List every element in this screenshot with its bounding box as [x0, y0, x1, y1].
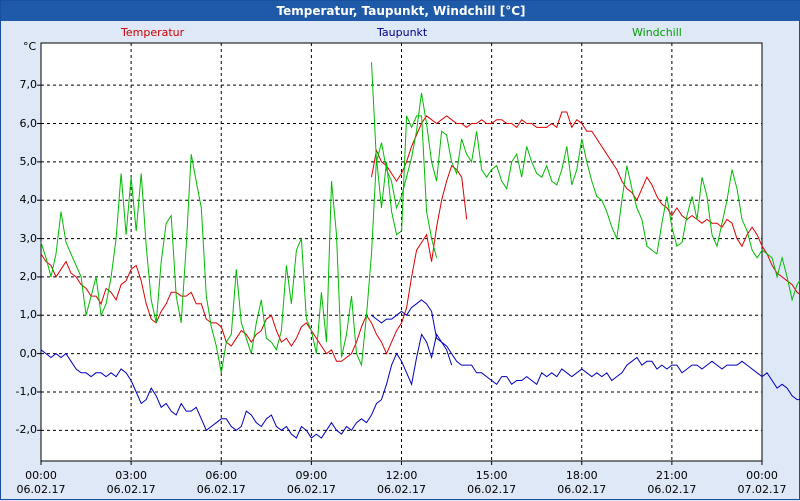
x-tick-date: 06.02.17 [547, 483, 617, 497]
y-tick-label: 3,0 [3, 232, 37, 245]
x-tick-label: 06:0006.02.17 [186, 469, 256, 497]
x-tick-date: 06.02.17 [6, 483, 76, 497]
y-tick-label: 6,0 [3, 117, 37, 130]
x-tick-time: 00:00 [6, 469, 76, 483]
x-tick-date: 06.02.17 [186, 483, 256, 497]
y-tick-label: 5,0 [3, 155, 37, 168]
x-tick-date: 07.02.17 [727, 483, 797, 497]
x-tick-time: 00:00 [727, 469, 797, 483]
y-tick-label: 4,0 [3, 193, 37, 206]
legend-taupunkt: Taupunkt [377, 26, 427, 39]
x-tick-label: 03:0006.02.17 [96, 469, 166, 497]
y-tick-label: -2,0 [3, 423, 37, 436]
y-tick-label: 0,0 [3, 347, 37, 360]
x-tick-time: 18:00 [547, 469, 617, 483]
x-tick-date: 06.02.17 [96, 483, 166, 497]
x-tick-time: 21:00 [637, 469, 707, 483]
plot-area [1, 1, 800, 501]
x-tick-label: 09:0006.02.17 [276, 469, 346, 497]
x-tick-date: 06.02.17 [637, 483, 707, 497]
legend-temperatur: Temperatur [121, 26, 184, 39]
x-tick-time: 15:00 [457, 469, 527, 483]
x-tick-time: 09:00 [276, 469, 346, 483]
x-tick-time: 06:00 [186, 469, 256, 483]
x-tick-label: 00:0006.02.17 [6, 469, 76, 497]
x-tick-date: 06.02.17 [276, 483, 346, 497]
y-tick-label: 1,0 [3, 308, 37, 321]
x-tick-label: 18:0006.02.17 [547, 469, 617, 497]
x-tick-time: 03:00 [96, 469, 166, 483]
x-tick-label: 15:0006.02.17 [457, 469, 527, 497]
x-tick-date: 06.02.17 [457, 483, 527, 497]
y-tick-label: -1,0 [3, 385, 37, 398]
x-tick-date: 06.02.17 [367, 483, 437, 497]
y-axis-unit: °C [23, 40, 36, 53]
y-tick-label: 7,0 [3, 78, 37, 91]
x-tick-label: 00:0007.02.17 [727, 469, 797, 497]
x-tick-time: 12:00 [367, 469, 437, 483]
chart-window: Temperatur, Taupunkt, Windchill [°C] °C … [0, 0, 800, 500]
x-tick-label: 21:0006.02.17 [637, 469, 707, 497]
x-tick-label: 12:0006.02.17 [367, 469, 437, 497]
y-tick-label: 2,0 [3, 270, 37, 283]
legend-windchill: Windchill [632, 26, 682, 39]
